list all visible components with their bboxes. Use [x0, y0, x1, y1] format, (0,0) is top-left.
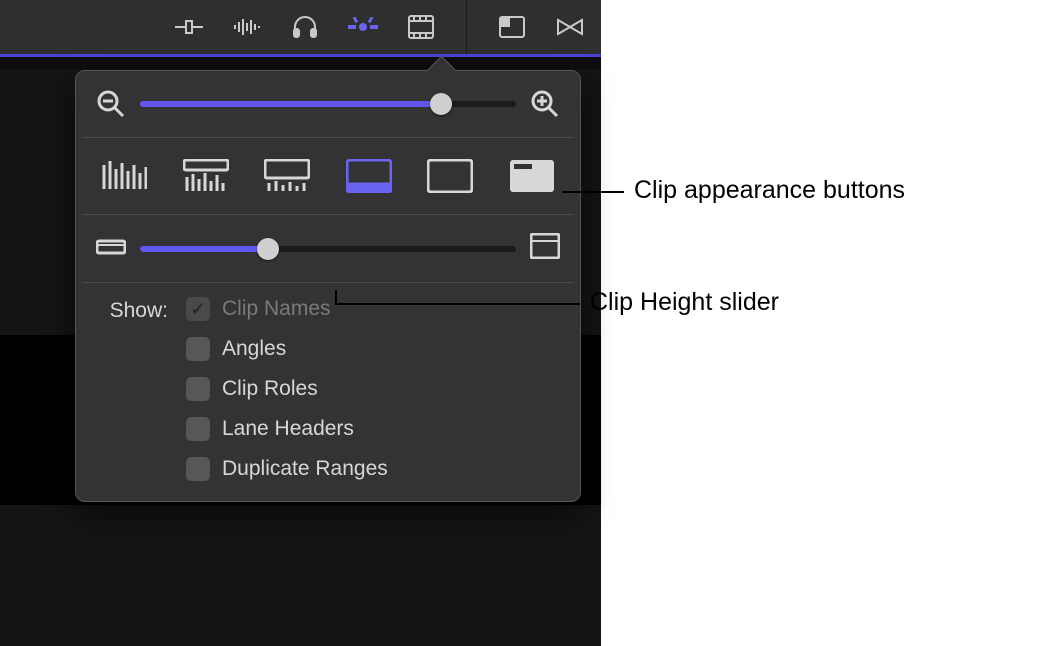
zoom-row — [76, 71, 580, 137]
show-option-angles[interactable]: Angles — [186, 337, 388, 361]
callout-line — [335, 303, 580, 305]
callout-appearance: Clip appearance buttons — [634, 176, 905, 205]
checkbox: ✓ — [186, 297, 210, 321]
show-option-lane_headers[interactable]: Lane Headers — [186, 417, 388, 441]
appearance-waveform-large[interactable] — [178, 156, 234, 196]
show-option-clip_names: ✓ Clip Names — [186, 297, 388, 321]
zoom-out-icon[interactable] — [96, 89, 126, 119]
show-label: Show: — [96, 297, 168, 481]
toolbar-separator — [466, 0, 467, 54]
clip-large-icon — [530, 233, 560, 264]
callout-line — [562, 191, 624, 193]
headphones-icon[interactable] — [288, 10, 322, 44]
window-layout-icon[interactable] — [495, 10, 529, 44]
checkbox[interactable] — [186, 337, 210, 361]
show-options: Show: ✓ Clip Names Angles Clip Roles Lane He… — [76, 283, 580, 481]
checkbox[interactable] — [186, 377, 210, 401]
checkbox[interactable] — [186, 417, 210, 441]
callout-line — [335, 290, 337, 303]
toolbar — [0, 0, 601, 54]
show-option-clip_roles[interactable]: Clip Roles — [186, 377, 388, 401]
checkbox[interactable] — [186, 457, 210, 481]
clip-height-slider[interactable] — [140, 237, 516, 261]
zoom-in-icon[interactable] — [530, 89, 560, 119]
option-label: Lane Headers — [222, 417, 354, 441]
option-label: Clip Names — [222, 297, 331, 321]
filmstrip-icon[interactable] — [404, 10, 438, 44]
bowtie-icon[interactable] — [553, 10, 587, 44]
callout-height: Clip Height slider — [590, 288, 779, 317]
app-panel: Show: ✓ Clip Names Angles Clip Roles Lane He… — [0, 0, 601, 646]
show-option-duplicate_ranges[interactable]: Duplicate Ranges — [186, 457, 388, 481]
timeline-ruler — [0, 57, 601, 69]
zoom-slider[interactable] — [140, 92, 516, 116]
option-label: Clip Roles — [222, 377, 318, 401]
appearance-filmstrip-only[interactable] — [422, 156, 478, 196]
option-label: Duplicate Ranges — [222, 457, 388, 481]
audio-waveform-icon[interactable] — [230, 10, 264, 44]
clip-appearance-popover: Show: ✓ Clip Names Angles Clip Roles Lane He… — [75, 70, 581, 502]
appearance-filmstrip-waveform[interactable] — [341, 156, 397, 196]
clip-height-row — [76, 215, 580, 282]
snap-icon[interactable] — [346, 10, 380, 44]
clip-small-icon — [96, 235, 126, 262]
option-label: Angles — [222, 337, 286, 361]
appearance-label-only[interactable] — [504, 156, 560, 196]
appearance-waveform-only[interactable] — [96, 156, 152, 196]
appearance-waveform-small[interactable] — [259, 156, 315, 196]
clip-appearance-buttons — [76, 138, 580, 214]
skimmer-icon[interactable] — [172, 10, 206, 44]
